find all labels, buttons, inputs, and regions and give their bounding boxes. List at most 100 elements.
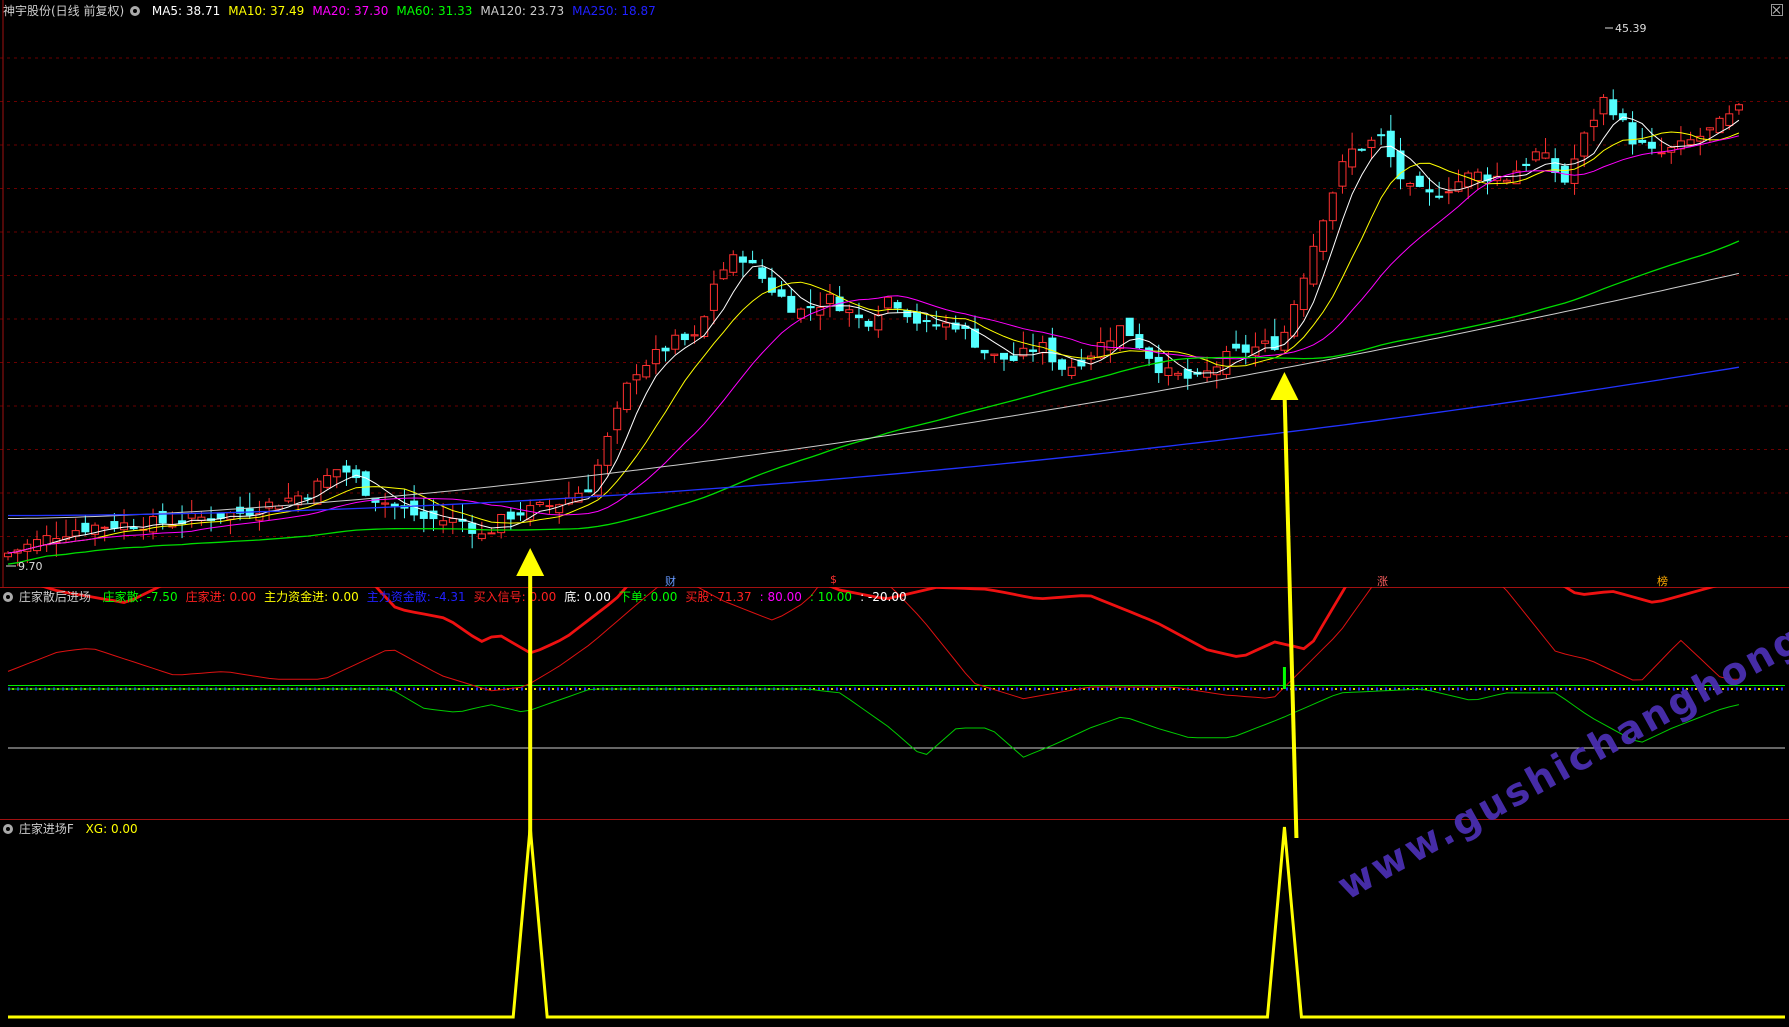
- candle-body: [1589, 119, 1598, 128]
- candle-body: [1502, 179, 1511, 183]
- indicator2-chart[interactable]: [0, 819, 1789, 1027]
- candle-body: [777, 289, 786, 297]
- candle-body: [361, 471, 370, 496]
- indicator2-item-0: XG: 0.00: [85, 822, 138, 836]
- candle-body: [729, 254, 738, 273]
- indicator1-item-6: 下单: 0.00: [618, 590, 678, 604]
- signal-bar-0: [528, 667, 532, 689]
- settings-icon[interactable]: [3, 823, 13, 834]
- candle-body: [1444, 191, 1453, 194]
- candle-body: [1628, 122, 1637, 145]
- candle-body: [932, 324, 941, 327]
- candle-body: [149, 516, 158, 533]
- candle-body: [342, 465, 351, 473]
- candle-body: [1386, 130, 1395, 158]
- candle-body: [1348, 148, 1357, 168]
- ma20-line: [7, 135, 1740, 554]
- candle-body: [71, 530, 80, 537]
- candle-body: [33, 539, 42, 552]
- candle-body: [313, 480, 322, 505]
- candle-body: [1058, 359, 1067, 370]
- candle-body: [1154, 356, 1163, 374]
- candle-body: [1473, 171, 1482, 181]
- candle-body: [738, 256, 747, 263]
- candle-body: [680, 333, 689, 341]
- candle-body: [709, 283, 718, 311]
- candle-body: [1541, 152, 1550, 159]
- candle-body: [1299, 277, 1308, 311]
- candle-body: [1464, 172, 1473, 188]
- ma-legend-item-1: MA10: 37.49: [228, 4, 305, 18]
- xg-signal-line: [8, 826, 1785, 1019]
- candle-body: [632, 374, 641, 381]
- candle-body: [758, 267, 767, 279]
- indicator1-item-5: 底: 0.00: [564, 590, 611, 604]
- candle-body: [671, 334, 680, 350]
- candle-body: [903, 310, 912, 318]
- candle-body: [854, 314, 863, 319]
- candle-body: [1734, 104, 1743, 111]
- candle-body: [100, 526, 109, 529]
- candle-body: [1174, 372, 1183, 376]
- candle-body: [120, 522, 129, 531]
- ma-legend-item-3: MA60: 31.33: [396, 4, 473, 18]
- candle-body: [1415, 175, 1424, 187]
- candle-body: [110, 521, 119, 529]
- candle-body: [941, 322, 950, 328]
- candle-body: [1435, 195, 1444, 198]
- indicator1-item-10: : -20.00: [860, 590, 907, 604]
- candle-body: [990, 353, 999, 356]
- candle-body: [980, 349, 989, 354]
- candle-body: [1522, 163, 1531, 167]
- candle-body: [912, 311, 921, 324]
- candle-body: [651, 348, 660, 365]
- indicator1-item-4: 买入信号: 0.00: [473, 590, 557, 604]
- candle-body: [381, 502, 390, 505]
- indicator1-item-1: 庄家进: 0.00: [185, 590, 257, 604]
- candle-body: [1328, 192, 1337, 222]
- indicator1-item-9: : 10.00: [809, 590, 853, 604]
- close-icon[interactable]: [1771, 4, 1783, 16]
- marker-dollar[interactable]: $: [830, 573, 837, 586]
- candle-body: [584, 489, 593, 493]
- price-chart[interactable]: 45.39 9.70: [0, 0, 1789, 587]
- stock-title: 神宇股份(日线 前复权): [3, 4, 125, 18]
- green-line: [8, 688, 1740, 758]
- candle-body: [129, 526, 138, 530]
- candle-body: [748, 259, 757, 264]
- candle-body: [477, 533, 486, 540]
- candle-body: [622, 382, 631, 411]
- candle-body: [661, 347, 670, 352]
- indicator1-item-0: 庄家散: -7.50: [102, 590, 178, 604]
- candle-body: [1638, 139, 1647, 143]
- candle-body: [864, 320, 873, 327]
- settings-icon[interactable]: [130, 5, 141, 16]
- indicator2-panel[interactable]: 庄家进场F XG: 0.00: [0, 819, 1789, 1027]
- candle-body: [1164, 367, 1173, 377]
- candle-body: [1599, 96, 1608, 115]
- candle-body: [1406, 183, 1415, 187]
- candle-body: [1096, 342, 1105, 359]
- indicator1-legend: 庄家散后进场 庄家散: -7.50 庄家进: 0.00 主力资金进: 0.00 主力资…: [3, 589, 911, 605]
- candle-body: [1067, 366, 1076, 376]
- candle-body: [1396, 150, 1405, 180]
- candle-body: [1725, 113, 1734, 126]
- price-panel[interactable]: 神宇股份(日线 前复权) MA5: 38.71 MA10: 37.49 MA20: …: [0, 0, 1789, 588]
- candle-body: [719, 269, 728, 280]
- candle-body: [1609, 99, 1618, 116]
- candle-body: [323, 475, 332, 488]
- settings-icon[interactable]: [3, 591, 13, 602]
- candle-body: [1029, 349, 1038, 352]
- indicator1-item-2: 主力资金进: 0.00: [264, 590, 359, 604]
- candle-body: [1135, 334, 1144, 349]
- candle-body: [1580, 132, 1589, 157]
- candles: [4, 89, 1743, 567]
- candle-body: [1551, 158, 1560, 174]
- candle-body: [642, 364, 651, 378]
- candle-body: [1261, 340, 1270, 344]
- candle-body: [1357, 148, 1366, 151]
- price-legend: 神宇股份(日线 前复权) MA5: 38.71 MA10: 37.49 MA20: …: [3, 3, 660, 19]
- candle-body: [1367, 139, 1376, 149]
- candle-body: [883, 296, 892, 309]
- candle-body: [1686, 139, 1695, 146]
